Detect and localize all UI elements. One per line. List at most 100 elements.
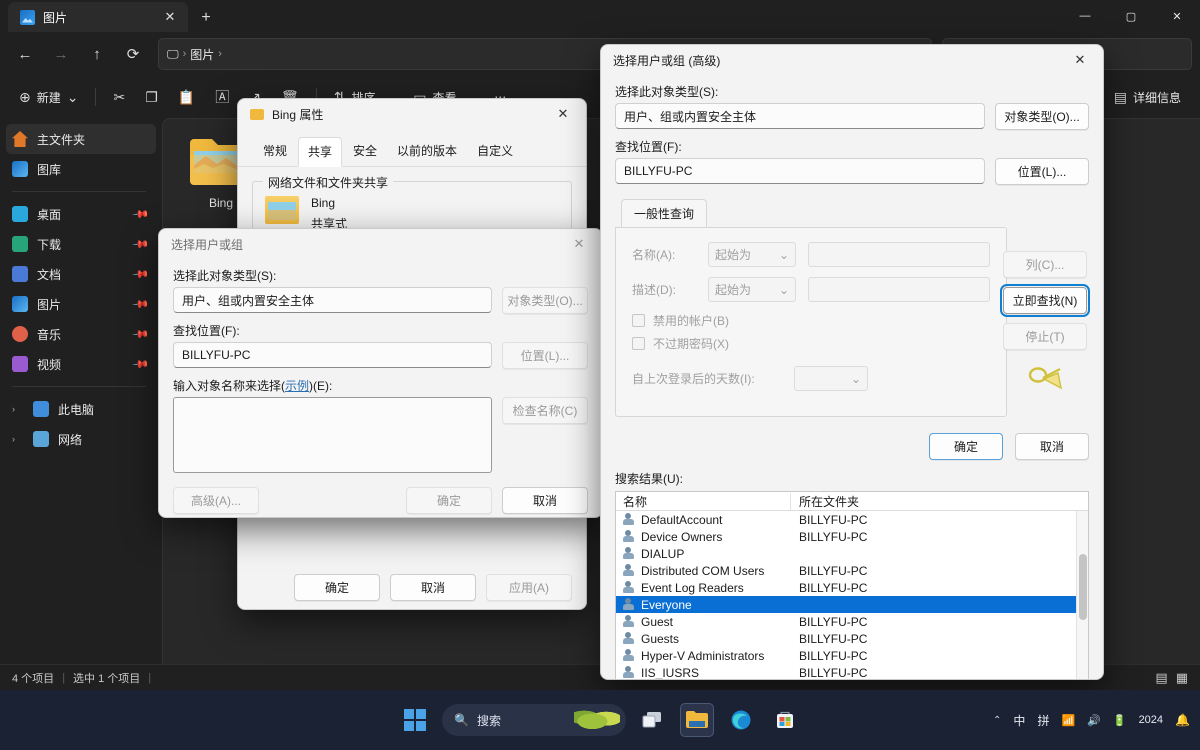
close-icon[interactable]: ✕ [562, 230, 596, 258]
details-pane-button[interactable]: ▤ 详细信息 [1105, 81, 1190, 113]
up-icon[interactable]: ↑ [80, 38, 114, 70]
edge-taskbar-button[interactable] [724, 703, 758, 737]
tray-expand-chevron-icon[interactable]: ⌃ [993, 715, 1001, 726]
examples-link[interactable]: 示例 [285, 379, 309, 393]
disabled-accounts-checkbox-row[interactable]: 禁用的帐户(B) [632, 312, 990, 329]
checkbox-icon[interactable] [632, 314, 645, 327]
new-button[interactable]: ⊕ 新建 ⌄ [10, 81, 87, 113]
non-expiring-password-checkbox-row[interactable]: 不过期密码(X) [632, 335, 990, 352]
close-icon[interactable]: ✕ [546, 100, 580, 128]
ok-button[interactable]: 确定 [294, 574, 380, 601]
chevron-right-icon[interactable]: › [12, 404, 24, 414]
large-icons-view-icon[interactable]: ▦ [1176, 670, 1188, 686]
ime-mode-indicator[interactable]: 中 [1013, 712, 1025, 729]
find-now-button[interactable]: 立即查找(N) [1003, 287, 1087, 314]
table-row[interactable]: DIALUP [616, 545, 1088, 562]
locations-button[interactable]: 位置(L)... [502, 342, 588, 369]
sidebar-item-this-pc[interactable]: › 此电脑 [6, 394, 156, 424]
breadcrumb-pc-icon[interactable]: 🖵 [167, 47, 179, 62]
sidebar-item-music[interactable]: 音乐 📌 [6, 319, 156, 349]
cut-button[interactable]: ✂ [104, 81, 134, 113]
object-types-button[interactable]: 对象类型(O)... [502, 287, 588, 314]
table-row[interactable]: Everyone [616, 596, 1088, 613]
battery-icon[interactable]: 🔋 [1113, 714, 1127, 727]
object-types-button[interactable]: 对象类型(O)... [995, 103, 1089, 130]
table-row[interactable]: Hyper-V AdministratorsBILLYFU-PC [616, 647, 1088, 664]
breadcrumb-item-pictures[interactable]: 图片 [190, 46, 214, 63]
rename-button[interactable]: 🄰 [206, 81, 238, 113]
sidebar-item-pictures[interactable]: 图片 📌 [6, 289, 156, 319]
tab-customize[interactable]: 自定义 [468, 137, 522, 166]
task-view-button[interactable] [636, 703, 670, 737]
close-tab-icon[interactable]: ✕ [160, 7, 180, 27]
location-field[interactable]: BILLYFU-PC [615, 158, 985, 184]
maximize-button[interactable]: ▢ [1108, 0, 1154, 32]
tab-general[interactable]: 常规 [254, 137, 296, 166]
ok-button[interactable]: 确定 [406, 487, 492, 514]
table-row[interactable]: Event Log ReadersBILLYFU-PC [616, 579, 1088, 596]
cancel-button[interactable]: 取消 [1015, 433, 1089, 460]
sidebar-item-documents[interactable]: 文档 📌 [6, 259, 156, 289]
columns-button[interactable]: 列(C)... [1003, 251, 1087, 278]
table-row[interactable]: Distributed COM UsersBILLYFU-PC [616, 562, 1088, 579]
tab-sharing[interactable]: 共享 [298, 137, 342, 167]
forward-icon[interactable]: → [44, 38, 78, 70]
clock-year[interactable]: 2024 [1139, 714, 1163, 726]
sidebar-item-videos[interactable]: 视频 📌 [6, 349, 156, 379]
close-icon[interactable]: ✕ [1063, 46, 1097, 74]
name-operator-select[interactable]: 起始为 ⌄ [708, 242, 796, 267]
sidebar-item-network[interactable]: › 网络 [6, 424, 156, 454]
details-view-icon[interactable]: ▤ [1155, 670, 1167, 686]
close-window-button[interactable]: ✕ [1154, 0, 1200, 32]
scrollbar-thumb[interactable] [1079, 554, 1087, 620]
check-names-button[interactable]: 检查名称(C) [502, 397, 588, 424]
back-icon[interactable]: ← [8, 38, 42, 70]
apply-button[interactable]: 应用(A) [486, 574, 572, 601]
minimize-button[interactable]: — [1062, 0, 1108, 32]
stop-button[interactable]: 停止(T) [1003, 323, 1087, 350]
sidebar-item-home[interactable]: 主文件夹 [6, 124, 156, 154]
locations-button[interactable]: 位置(L)... [995, 158, 1089, 185]
copy-button[interactable]: ❐ [136, 81, 167, 113]
paste-button[interactable]: 📋 [169, 81, 204, 113]
advanced-button[interactable]: 高级(A)... [173, 487, 259, 514]
results-scrollbar[interactable] [1076, 511, 1088, 680]
notification-bell-icon[interactable]: 🔔 [1175, 713, 1190, 727]
file-explorer-taskbar-button[interactable] [680, 703, 714, 737]
name-value-input[interactable] [808, 242, 990, 267]
explorer-tab-pictures[interactable]: 图片 ✕ [8, 2, 188, 32]
volume-icon[interactable]: 🔊 [1087, 714, 1101, 727]
search-results-list[interactable]: 名称 所在文件夹 DefaultAccountBILLYFU-PCDevice … [615, 491, 1089, 680]
column-header-name[interactable]: 名称 [616, 493, 791, 510]
table-row[interactable]: IIS_IUSRSBILLYFU-PC [616, 664, 1088, 680]
chevron-right-icon[interactable]: › [12, 434, 24, 444]
refresh-icon[interactable]: ⟳ [116, 38, 150, 70]
location-field[interactable]: BILLYFU-PC [173, 342, 492, 368]
taskbar-search-box[interactable]: 🔍 搜索 [442, 704, 626, 736]
column-header-folder[interactable]: 所在文件夹 [791, 493, 859, 510]
table-row[interactable]: DefaultAccountBILLYFU-PC [616, 511, 1088, 528]
sidebar-item-desktop[interactable]: 桌面 📌 [6, 199, 156, 229]
ok-button[interactable]: 确定 [929, 433, 1003, 460]
object-type-field[interactable]: 用户、组或内置安全主体 [615, 103, 985, 129]
tab-previous-versions[interactable]: 以前的版本 [388, 137, 466, 166]
description-value-input[interactable] [808, 277, 990, 302]
wifi-icon[interactable]: 📶 [1061, 714, 1075, 727]
description-operator-select[interactable]: 起始为 ⌄ [708, 277, 796, 302]
days-since-logon-select[interactable]: ⌄ [794, 366, 868, 391]
microsoft-store-taskbar-button[interactable] [768, 703, 802, 737]
cancel-button[interactable]: 取消 [390, 574, 476, 601]
new-tab-button[interactable]: + [192, 4, 220, 32]
sidebar-item-downloads[interactable]: 下载 📌 [6, 229, 156, 259]
sidebar-item-gallery[interactable]: 图库 [6, 154, 156, 184]
table-row[interactable]: Device OwnersBILLYFU-PC [616, 528, 1088, 545]
ime-pinyin-indicator[interactable]: 拼 [1037, 712, 1049, 729]
object-type-field[interactable]: 用户、组或内置安全主体 [173, 287, 492, 313]
cancel-button[interactable]: 取消 [502, 487, 588, 514]
table-row[interactable]: GuestBILLYFU-PC [616, 613, 1088, 630]
start-button[interactable] [398, 703, 432, 737]
tab-common-queries[interactable]: 一般性查询 [621, 199, 707, 227]
tab-security[interactable]: 安全 [344, 137, 386, 166]
object-names-input[interactable] [173, 397, 492, 473]
checkbox-icon[interactable] [632, 337, 645, 350]
